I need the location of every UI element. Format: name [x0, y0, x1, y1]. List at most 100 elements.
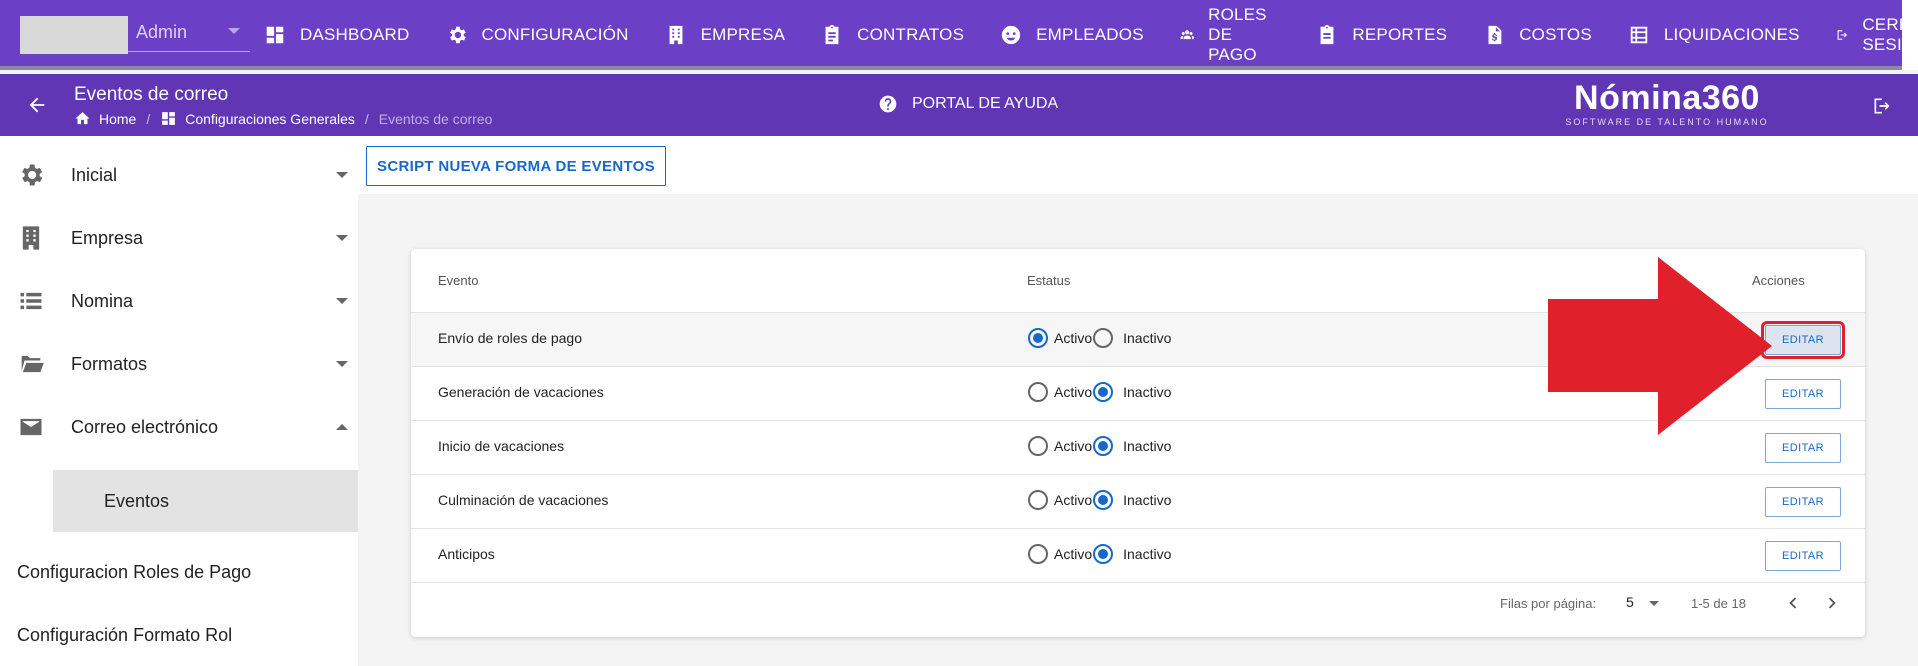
nav-configuracion-label: CONFIGURACIÓN — [481, 25, 629, 44]
chevron-down-icon — [336, 235, 348, 241]
nav-empresa-label: EMPRESA — [700, 25, 786, 44]
chevron-down-icon — [336, 172, 348, 178]
sidebar-subitem-label: Eventos — [104, 490, 170, 511]
event-name: Anticipos — [438, 546, 495, 562]
gear-icon — [17, 161, 45, 189]
radio-inactivo-label: Inactivo — [1123, 546, 1172, 562]
mail-icon — [17, 413, 45, 441]
breadcrumb-separator: / — [146, 110, 151, 127]
invoice-icon — [1488, 25, 1502, 45]
toolbar: SCRIPT NUEVA FORMA DE EVENTOS — [358, 136, 1918, 194]
sidebar-item-inicial[interactable]: Inicial — [0, 144, 358, 206]
radio-inactivo-label: Inactivo — [1123, 330, 1172, 346]
nav-configuracion[interactable]: CONFIGURACIÓN — [446, 0, 629, 70]
radio-activo[interactable] — [1028, 544, 1048, 564]
nav-costos[interactable]: COSTOS — [1483, 0, 1592, 70]
home-icon — [75, 112, 90, 125]
help-icon — [879, 95, 897, 113]
sidebar-item-empresa[interactable]: Empresa — [0, 207, 358, 269]
radio-inactivo[interactable] — [1093, 544, 1114, 564]
radio-activo-label: Activo — [1054, 492, 1093, 508]
building-icon — [17, 224, 45, 252]
dashboard-icon — [266, 26, 284, 44]
help-portal-link[interactable]: PORTAL DE AYUDA — [878, 94, 1058, 114]
logout-button[interactable] — [1872, 96, 1892, 116]
sidebar-item-label: Formatos — [71, 353, 148, 374]
chevron-down-icon — [336, 298, 348, 304]
column-header-estatus: Estatus — [1027, 273, 1071, 288]
nav-reportes[interactable]: REPORTES — [1316, 0, 1447, 70]
user-role-select[interactable]: Admin — [128, 14, 250, 52]
sidebar-subitem-eventos[interactable]: Eventos — [53, 470, 358, 532]
window-edge — [1902, 0, 1918, 70]
radio-activo[interactable] — [1028, 328, 1048, 348]
status-radio-group: Activo Inactivo — [1028, 544, 1171, 564]
page-title: Eventos de correo — [74, 84, 229, 105]
sidebar-item-label: Correo electrónico — [71, 416, 219, 437]
edit-button[interactable]: EDITAR — [1765, 487, 1841, 517]
logout-icon — [1874, 98, 1890, 114]
sidebar-item-label: Nomina — [71, 290, 134, 311]
next-page-button[interactable] — [1821, 592, 1843, 614]
radio-activo-label: Activo — [1054, 384, 1093, 400]
sidebar-item-label: Empresa — [71, 227, 144, 248]
clipboard-icon — [825, 24, 839, 45]
nav-menu: DASHBOARD CONFIGURACIÓN EMPRESA CONTRATO… — [264, 0, 1918, 70]
report-icon — [1320, 24, 1334, 45]
status-radio-group: Activo Inactivo — [1028, 490, 1171, 510]
sidebar-item-correo[interactable]: Correo electrónico — [0, 396, 358, 458]
dashboard-icon — [162, 112, 176, 125]
radio-inactivo[interactable] — [1093, 328, 1114, 348]
chevron-up-icon — [336, 424, 348, 430]
sidebar-item-nomina[interactable]: Nomina — [0, 270, 358, 332]
event-name: Envío de roles de pago — [438, 330, 582, 346]
user-role-value: Admin — [136, 22, 188, 42]
radio-inactivo[interactable] — [1093, 490, 1114, 510]
edit-button[interactable]: EDITAR — [1761, 321, 1845, 359]
prev-page-button[interactable] — [1782, 592, 1804, 614]
nav-liquidaciones-label: LIQUIDACIONES — [1663, 25, 1800, 44]
sidebar-item-label: Inicial — [71, 164, 118, 185]
radio-activo[interactable] — [1028, 490, 1048, 510]
status-radio-group: Activo Inactivo — [1028, 382, 1171, 402]
nav-liquidaciones[interactable]: LIQUIDACIONES — [1628, 0, 1800, 70]
breadcrumb-home[interactable]: Home — [74, 110, 136, 127]
edit-button[interactable]: EDITAR — [1765, 379, 1841, 409]
radio-inactivo-label: Inactivo — [1123, 384, 1172, 400]
chevron-left-icon — [1789, 597, 1797, 609]
radio-activo-label: Activo — [1054, 330, 1093, 346]
radio-activo[interactable] — [1028, 436, 1048, 456]
radio-activo[interactable] — [1028, 382, 1048, 402]
edit-button[interactable]: EDITAR — [1765, 541, 1841, 571]
nav-reportes-label: REPORTES — [1352, 25, 1448, 44]
rows-per-page-select[interactable]: 5 — [1626, 594, 1634, 610]
radio-inactivo[interactable] — [1093, 382, 1114, 402]
nav-contratos[interactable]: CONTRATOS — [821, 0, 964, 70]
nav-empleados[interactable]: EMPLEADOS — [1000, 0, 1144, 70]
edit-button[interactable]: EDITAR — [1765, 433, 1841, 463]
breadcrumb-section[interactable]: Configuraciones Generales — [160, 110, 355, 127]
brand-tagline: SOFTWARE DE TALENTO HUMANO — [1565, 117, 1769, 127]
breadcrumb-separator: / — [364, 110, 369, 127]
nav-roles-de-pago[interactable]: ROLES DE PAGO — [1180, 0, 1281, 70]
sidebar-item-config-roles[interactable]: Configuracion Roles de Pago — [17, 562, 251, 583]
chevron-down-icon — [336, 361, 348, 367]
nav-empresa[interactable]: EMPRESA — [665, 0, 786, 70]
radio-inactivo-label: Inactivo — [1123, 438, 1172, 454]
nav-dashboard[interactable]: DASHBOARD — [264, 0, 410, 70]
sidebar-item-config-formato[interactable]: Configuración Formato Rol — [17, 625, 232, 646]
sidebar-item-formatos[interactable]: Formatos — [0, 333, 358, 395]
script-button[interactable]: SCRIPT NUEVA FORMA DE EVENTOS — [366, 146, 666, 186]
table-pagination: Filas por página: 5 1-5 de 18 — [411, 569, 1865, 637]
breadcrumb-current: Eventos de correo — [378, 110, 493, 127]
red-arrow-annotation — [1548, 257, 1772, 435]
radio-inactivo[interactable] — [1093, 436, 1114, 456]
breadcrumb: Home / Configuraciones Generales / Event… — [74, 110, 492, 127]
chevron-right-icon — [1828, 597, 1836, 609]
chevron-down-icon — [1649, 601, 1659, 606]
back-button[interactable] — [26, 94, 48, 116]
app-root: Admin DASHBOARD CONFIGURACIÓN EMPRESA CO… — [0, 0, 1918, 666]
rows-per-page-label: Filas por página: — [1500, 596, 1597, 611]
status-radio-group: Activo Inactivo — [1028, 436, 1171, 456]
brand-name: Nómina360 — [1574, 79, 1760, 117]
